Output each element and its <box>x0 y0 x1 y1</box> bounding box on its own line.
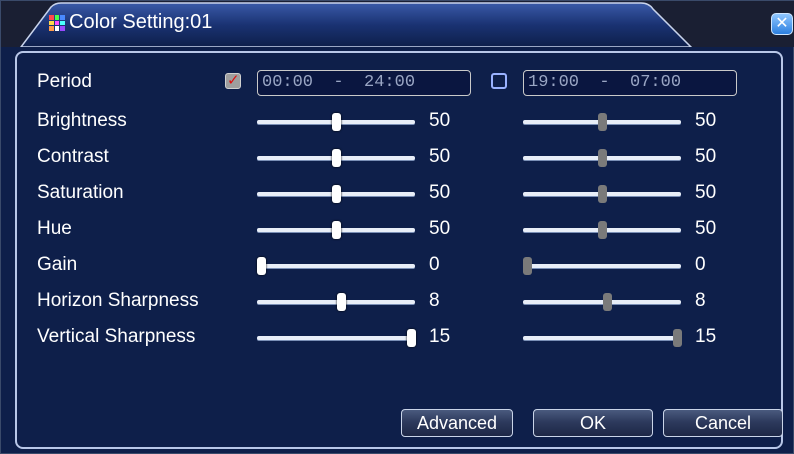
setting-label: Vertical Sharpness <box>37 326 196 347</box>
slider-thumb[interactable] <box>598 149 607 167</box>
period-2-value: 15 <box>695 326 717 347</box>
period-1-slider[interactable] <box>257 220 415 240</box>
period-2-start[interactable]: 19:00 <box>528 73 579 92</box>
setting-label: Gain <box>37 254 78 275</box>
period-2-end[interactable]: 07:00 <box>630 73 681 92</box>
period-2-slider[interactable] <box>523 292 681 312</box>
period-1-value: 50 <box>429 110 451 131</box>
period-1-start[interactable]: 00:00 <box>262 73 313 92</box>
period-2-slider[interactable] <box>523 148 681 168</box>
period-1-value: 50 <box>429 218 451 239</box>
period-2-slider[interactable] <box>523 112 681 132</box>
slider-thumb[interactable] <box>407 329 416 347</box>
slider-track <box>257 264 415 268</box>
separator: - <box>599 73 610 92</box>
period-2-value: 0 <box>695 254 706 275</box>
slider-track <box>523 300 681 304</box>
period-2-value: 50 <box>695 110 717 131</box>
slider-thumb[interactable] <box>257 257 266 275</box>
cancel-button[interactable]: Cancel <box>663 409 783 437</box>
grid-icon <box>49 15 65 31</box>
setting-label: Brightness <box>37 110 127 131</box>
setting-label: Saturation <box>37 182 124 203</box>
period-1-value: 0 <box>429 254 440 275</box>
slider-thumb[interactable] <box>337 293 346 311</box>
setting-row: Hue 50 50 <box>17 215 785 245</box>
slider-thumb[interactable] <box>603 293 612 311</box>
period-1-slider[interactable] <box>257 184 415 204</box>
title-bar: Color Setting:01 ✕ <box>1 1 794 47</box>
setting-row: Brightness 50 50 <box>17 107 785 137</box>
period-1-slider[interactable] <box>257 256 415 276</box>
slider-thumb[interactable] <box>332 113 341 131</box>
slider-thumb[interactable] <box>673 329 682 347</box>
period-1-checkbox[interactable] <box>225 71 241 89</box>
period-label: Period <box>37 71 92 92</box>
setting-row: Vertical Sharpness 15 15 <box>17 323 785 353</box>
slider-thumb[interactable] <box>332 185 341 203</box>
period-1-slider[interactable] <box>257 148 415 168</box>
period-1-value: 50 <box>429 146 451 167</box>
slider-thumb[interactable] <box>523 257 532 275</box>
period-2-slider[interactable] <box>523 184 681 204</box>
period-2-slider[interactable] <box>523 328 682 348</box>
period-1-value: 8 <box>429 290 440 311</box>
period-row: Period 00:00 - 24:00 19:00 - 07:00 <box>17 68 785 98</box>
period-1-time-range[interactable]: 00:00 - 24:00 <box>257 70 471 96</box>
separator: - <box>333 73 344 92</box>
slider-track <box>523 264 681 268</box>
slider-thumb[interactable] <box>598 185 607 203</box>
period-2-value: 50 <box>695 146 717 167</box>
slider-thumb[interactable] <box>332 221 341 239</box>
period-1-slider[interactable] <box>257 292 415 312</box>
setting-row: Contrast 50 50 <box>17 143 785 173</box>
period-1-slider[interactable] <box>257 112 415 132</box>
setting-row: Saturation 50 50 <box>17 179 785 209</box>
close-icon: ✕ <box>775 15 789 32</box>
period-2-checkbox[interactable] <box>491 73 507 89</box>
slider-thumb[interactable] <box>598 221 607 239</box>
slider-thumb[interactable] <box>598 113 607 131</box>
advanced-button[interactable]: Advanced <box>401 409 513 437</box>
period-1-end[interactable]: 24:00 <box>364 73 415 92</box>
close-button[interactable]: ✕ <box>771 13 793 35</box>
dialog-title: Color Setting:01 <box>69 11 213 33</box>
slider-thumb[interactable] <box>332 149 341 167</box>
period-2-value: 50 <box>695 218 717 239</box>
setting-row: Gain 0 0 <box>17 251 785 281</box>
period-1-slider[interactable] <box>257 328 416 348</box>
period-2-time-range[interactable]: 19:00 - 07:00 <box>523 70 737 96</box>
setting-label: Horizon Sharpness <box>37 290 199 311</box>
setting-row: Horizon Sharpness 8 8 <box>17 287 785 317</box>
slider-track <box>257 336 415 340</box>
slider-track <box>523 336 681 340</box>
settings-panel: Period 00:00 - 24:00 19:00 - 07:00 Brigh… <box>15 51 783 449</box>
period-2-value: 50 <box>695 182 717 203</box>
period-2-slider[interactable] <box>523 220 681 240</box>
setting-label: Hue <box>37 218 72 239</box>
period-2-slider[interactable] <box>523 256 681 276</box>
color-setting-dialog: Color Setting:01 ✕ Period 00:00 - 24:00 … <box>0 0 794 454</box>
period-2-value: 8 <box>695 290 706 311</box>
period-1-value: 50 <box>429 182 451 203</box>
ok-button[interactable]: OK <box>533 409 653 437</box>
setting-label: Contrast <box>37 146 109 167</box>
period-1-value: 15 <box>429 326 451 347</box>
slider-track <box>257 300 415 304</box>
